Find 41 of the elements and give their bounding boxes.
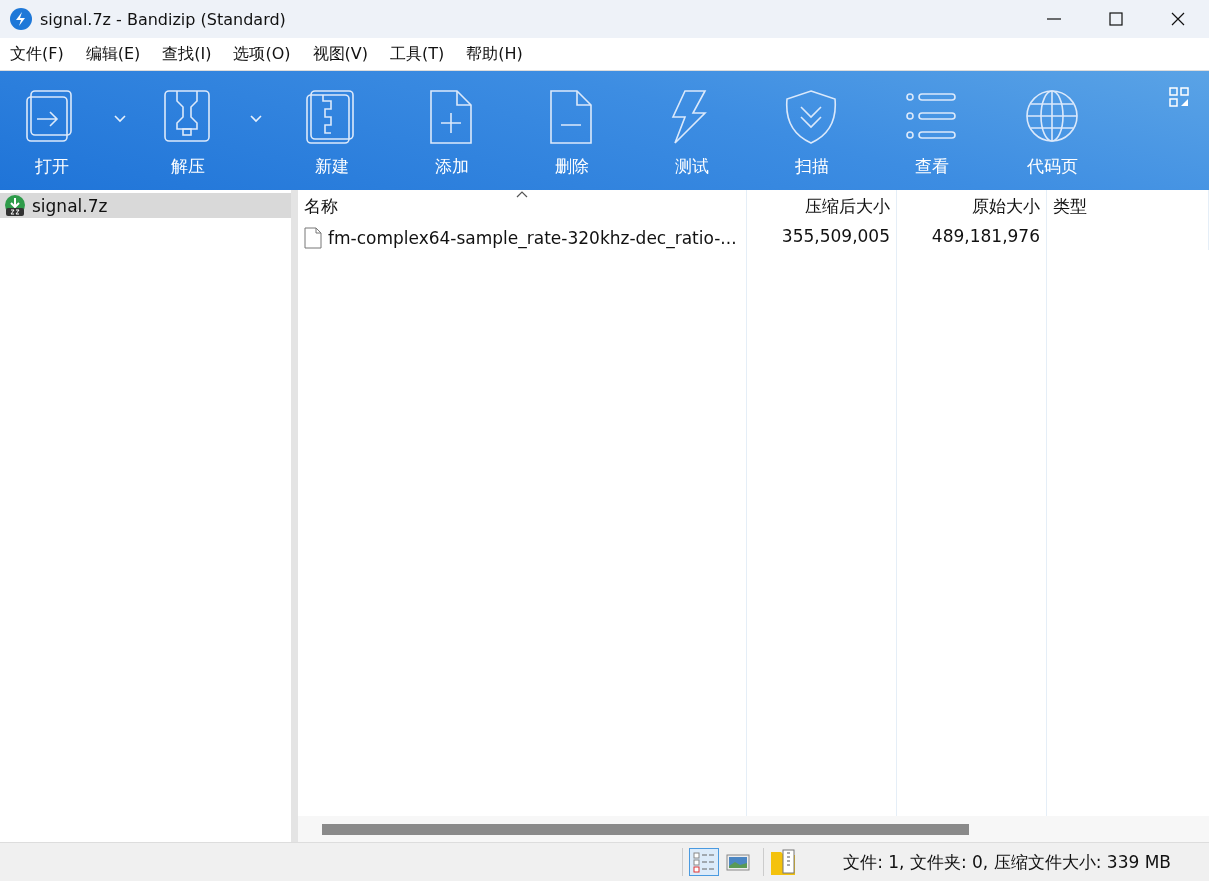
window-title: signal.7z - Bandizip (Standard) xyxy=(40,9,287,29)
menu-item[interactable]: 文件(F) xyxy=(2,43,72,65)
toolbar-button[interactable]: 打开 xyxy=(0,71,104,190)
menu-item[interactable]: 工具(T) xyxy=(382,43,453,65)
app-logo-icon xyxy=(10,8,32,30)
column-header[interactable]: 名称 xyxy=(298,190,747,222)
column-header[interactable]: 压缩后大小 xyxy=(747,190,897,222)
menu-item[interactable]: 帮助(H) xyxy=(458,43,531,65)
sort-ascending-icon xyxy=(516,190,528,198)
view-mode-button[interactable] xyxy=(689,848,719,876)
minimize-icon xyxy=(1047,18,1061,20)
toolbar-button[interactable]: 新建 xyxy=(272,71,392,190)
archive-icon xyxy=(4,194,26,217)
file-icon xyxy=(304,227,322,249)
close-icon xyxy=(1171,12,1185,26)
globe-icon xyxy=(1025,89,1079,145)
menu-item[interactable]: 编辑(E) xyxy=(77,43,149,65)
layout-icon[interactable] xyxy=(1169,87,1189,107)
column-header[interactable]: 类型 xyxy=(1047,190,1209,222)
toolbar-button[interactable]: 添加 xyxy=(392,71,512,190)
folder-icon[interactable] xyxy=(770,848,796,876)
table-cell: 355,509,005 xyxy=(747,222,897,250)
scrollbar-thumb[interactable] xyxy=(322,823,969,835)
caret-icon xyxy=(250,114,262,123)
column-header[interactable]: 原始大小 xyxy=(897,190,1047,222)
toolbar-button[interactable]: 解压 xyxy=(136,71,240,190)
toolbar-button[interactable]: 删除 xyxy=(512,71,632,190)
caret-icon xyxy=(114,114,126,123)
shield-icon xyxy=(785,89,839,145)
menu-item[interactable]: 选项(O) xyxy=(225,43,299,65)
table-cell: 489,181,976 xyxy=(897,222,1047,250)
file-name[interactable]: fm-complex64-sample_rate-320khz-dec_ratio-... xyxy=(328,228,737,248)
horizontal-scrollbar[interactable] xyxy=(298,816,1209,842)
status-text: 文件: 1, 文件夹: 0, 压缩文件大小: 339 MB xyxy=(843,850,1171,874)
details-view-icon xyxy=(692,850,716,874)
toolbar-button[interactable]: 扫描 xyxy=(752,71,872,190)
archive-tree-item[interactable]: signal.7z xyxy=(0,193,291,218)
menu-item[interactable]: 查找(I) xyxy=(154,43,220,65)
toolbar-button[interactable]: 测试 xyxy=(632,71,752,190)
maximize-icon xyxy=(1109,12,1123,26)
menu-item[interactable]: 视图(V) xyxy=(304,43,376,65)
